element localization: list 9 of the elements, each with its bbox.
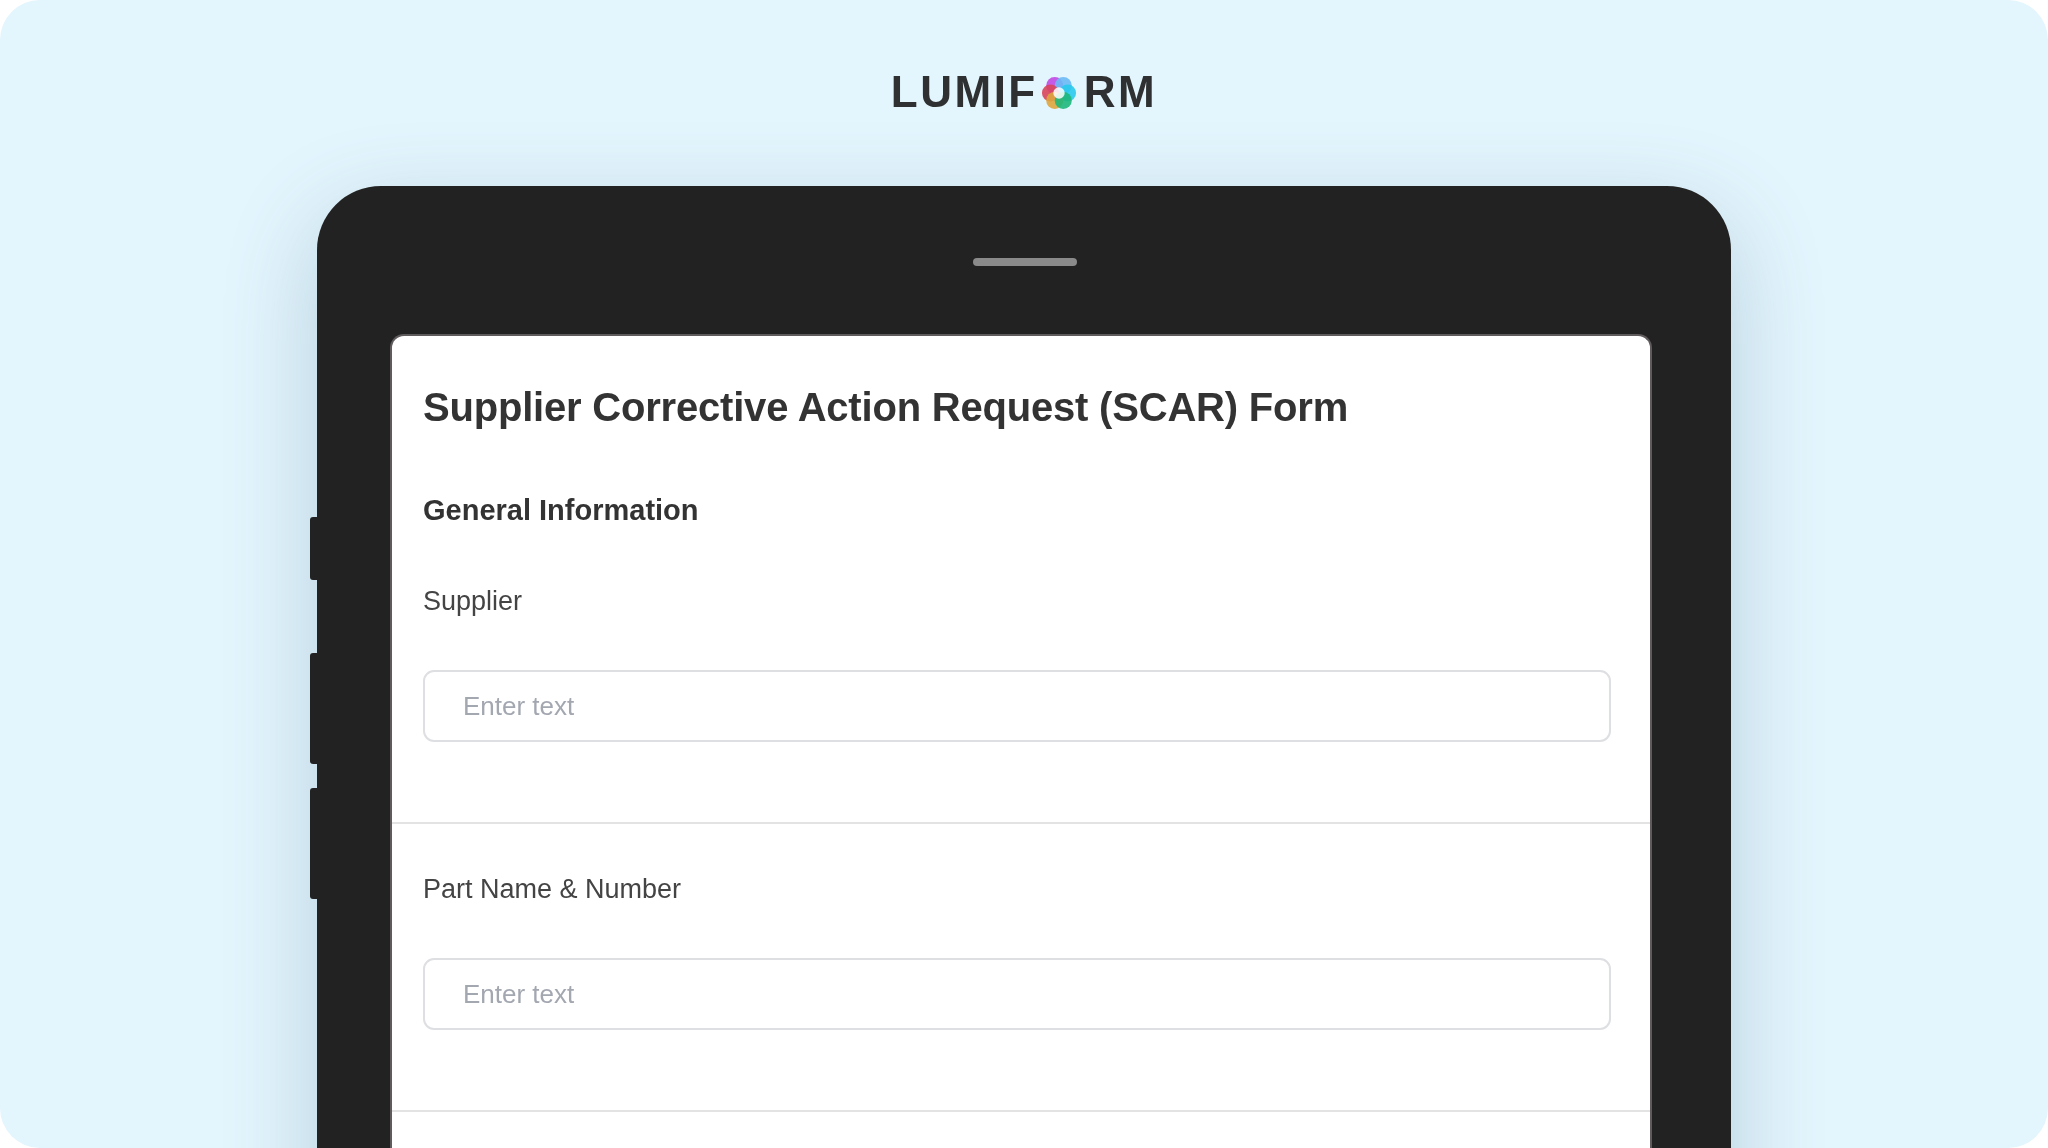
input-field[interactable]: Enter text [423,958,1611,1030]
logo-text: RM [1083,66,1158,118]
field-label: Part Name & Number [423,873,682,906]
logo-flower-icon [1040,74,1077,111]
form-title: Supplier Corrective Action Request (SCAR) Form [423,384,1348,430]
input-field[interactable]: Enter text [423,670,1611,742]
logo-text: LUMIF [890,66,1038,118]
field-label: Supplier [423,585,523,618]
section-heading: General Information [423,493,699,528]
